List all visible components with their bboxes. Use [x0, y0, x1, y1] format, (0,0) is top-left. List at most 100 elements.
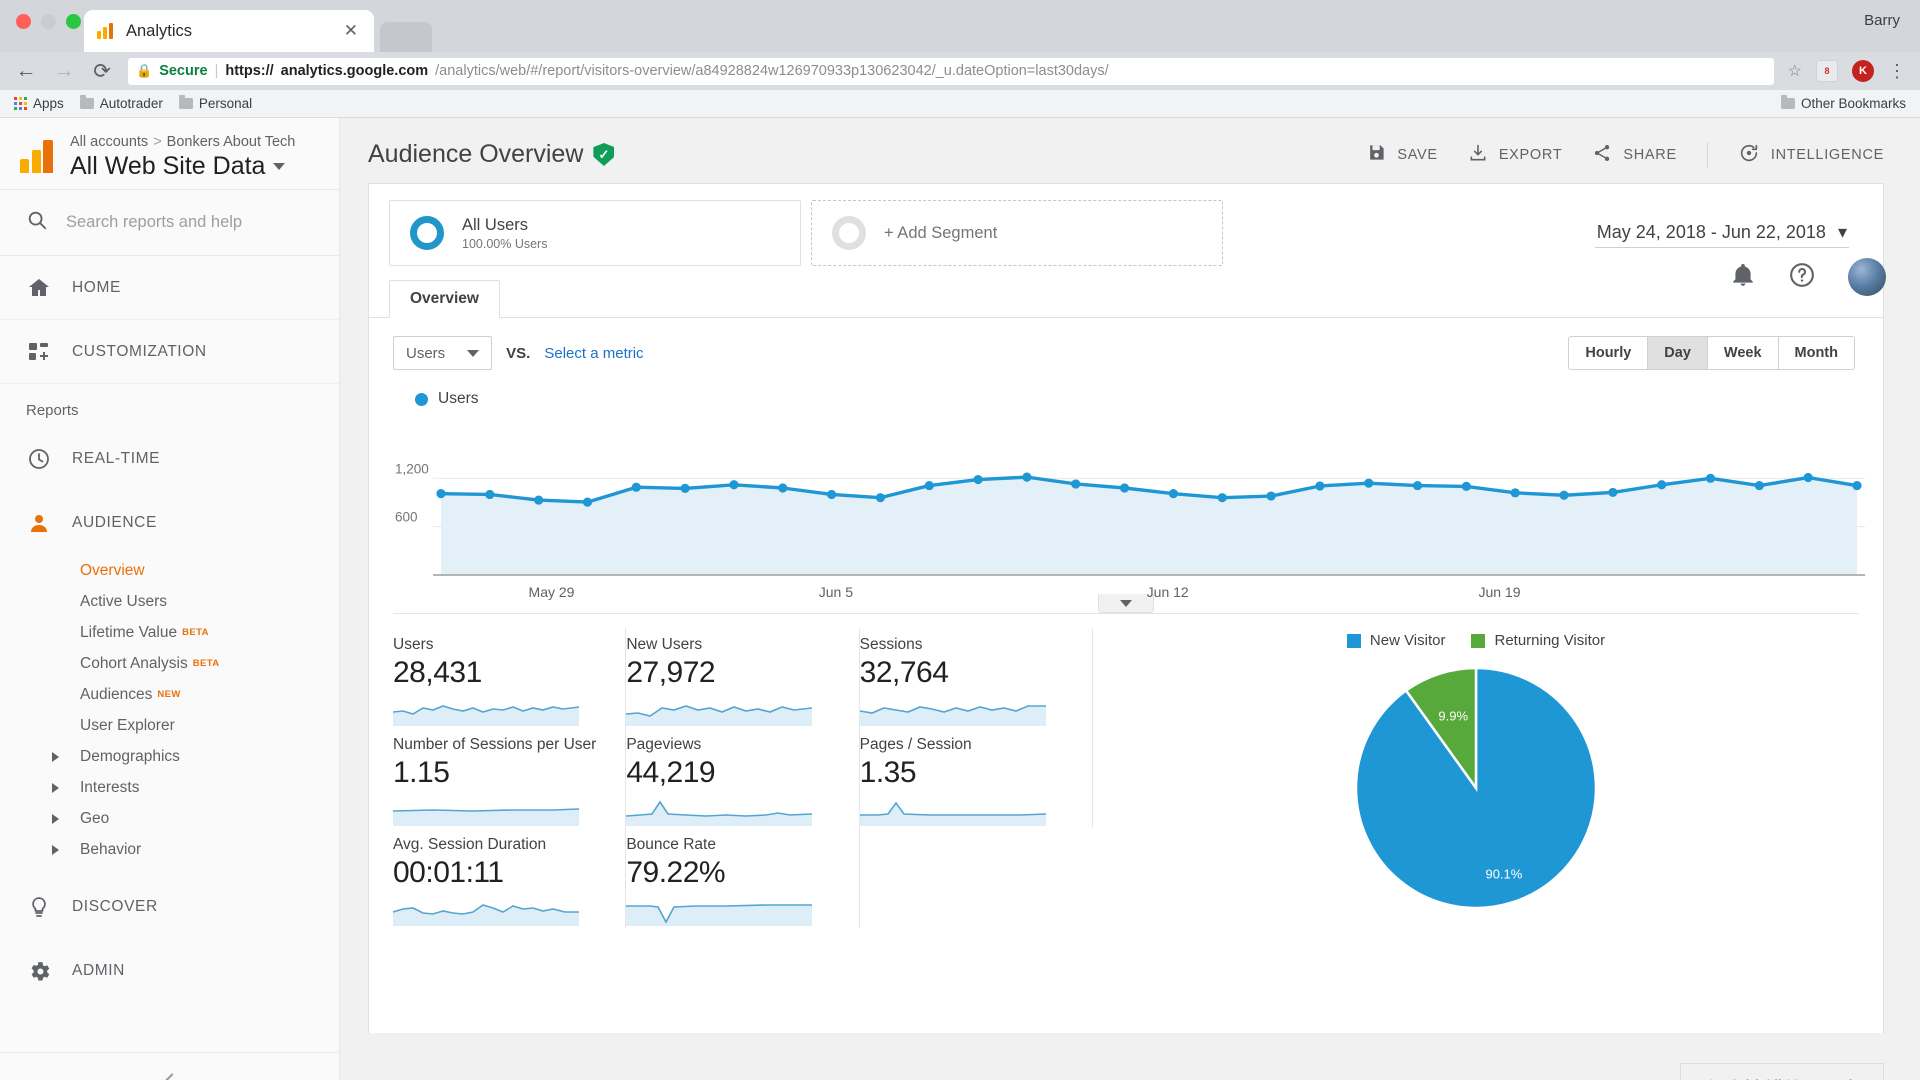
sparkline-icon [392, 904, 579, 926]
reload-button[interactable]: ⟳ [90, 59, 114, 84]
breadcrumb-separator: > [153, 134, 162, 150]
kpi-pages-per-session[interactable]: Pages / Session 1.35 [859, 728, 1093, 828]
chevron-left-icon [164, 1072, 174, 1080]
bookmark-apps[interactable]: Apps [14, 96, 64, 111]
line-chart-plot[interactable]: 600 1,200 [393, 416, 1865, 581]
breadcrumb-all-accounts[interactable]: All accounts [70, 134, 148, 150]
sidebar-item-discover[interactable]: DISCOVER [0, 875, 339, 939]
kpi-bounce-rate[interactable]: Bounce Rate 79.22% [626, 828, 860, 928]
select-metric-link[interactable]: Select a metric [544, 345, 643, 362]
kpi-users[interactable]: Users 28,431 [392, 628, 627, 728]
notifications-icon[interactable] [1730, 262, 1756, 293]
forward-button[interactable]: → [52, 59, 76, 83]
kpi-sessions[interactable]: Sessions 32,764 [859, 628, 1093, 728]
bookmark-autotrader[interactable]: Autotrader [79, 95, 163, 111]
legend-color-swatch [415, 392, 428, 406]
sparkline-icon [626, 904, 813, 926]
sidebar-item-lifetime-value[interactable]: Lifetime Value BETA [0, 617, 339, 648]
add-all-keywords-button[interactable]: ★ Add All Keywords [1680, 1063, 1884, 1080]
minimize-window-button[interactable] [41, 14, 56, 29]
sidebar-item-demographics[interactable]: Demographics [0, 741, 339, 772]
sidebar-item-geo[interactable]: Geo [0, 803, 339, 834]
pie-legend-new-visitor[interactable]: New Visitor [1346, 632, 1446, 649]
sidebar-item-behavior[interactable]: Behavior [0, 834, 339, 865]
kpi-sessions-per-user[interactable]: Number of Sessions per User 1.15 [392, 728, 627, 828]
sidebar-item-overview[interactable]: Overview [0, 555, 339, 586]
kpi-new-users[interactable]: New Users 27,972 [626, 628, 860, 728]
sub-item-label: Overview [80, 561, 145, 579]
sub-item-label: Audiences [80, 685, 153, 703]
chevron-right-icon [52, 751, 59, 762]
add-segment-button[interactable]: + Add Segment [811, 200, 1223, 266]
close-window-button[interactable] [16, 14, 31, 29]
pie-legend-returning-visitor[interactable]: Returning Visitor [1471, 632, 1605, 649]
maximize-window-button[interactable] [66, 14, 81, 29]
lightbulb-icon [26, 894, 52, 920]
avatar[interactable] [1848, 258, 1886, 296]
sidebar-item-cohort-analysis[interactable]: Cohort Analysis BETA [0, 648, 339, 679]
granularity-day[interactable]: Day [1648, 337, 1708, 369]
clock-icon [26, 446, 52, 472]
breadcrumb-account[interactable]: Bonkers About Tech [167, 134, 296, 150]
sparkline-icon [392, 808, 580, 826]
metric-selector-value: Users [406, 344, 446, 362]
sidebar-item-label: ADMIN [72, 962, 125, 979]
beta-badge: BETA [192, 658, 220, 669]
bookmark-personal[interactable]: Personal [178, 95, 252, 111]
pie-legend-label: New Visitor [1369, 632, 1446, 649]
save-button[interactable]: SAVE [1367, 143, 1437, 166]
sub-item-label: Geo [80, 809, 110, 827]
share-button[interactable]: SHARE [1592, 143, 1676, 167]
sidebar-item-label: REAL-TIME [72, 450, 161, 467]
sidebar-item-audience[interactable]: AUDIENCE [0, 491, 339, 555]
help-icon[interactable] [1788, 261, 1816, 294]
address-bar[interactable]: 🔒 Secure | https:// analytics.google.com /… [128, 57, 1774, 85]
property-selector[interactable]: All Web Site Data [70, 152, 295, 181]
sidebar-item-interests[interactable]: Interests [0, 772, 339, 803]
kpi-avg-session-duration[interactable]: Avg. Session Duration 00:01:11 [392, 828, 627, 928]
granularity-month[interactable]: Month [1779, 337, 1854, 369]
back-button[interactable]: ← [14, 59, 38, 83]
folder-icon [178, 95, 193, 109]
tab-overview[interactable]: Overview [389, 280, 500, 318]
segment-all-users[interactable]: All Users 100.00% Users [389, 200, 801, 266]
kpi-pageviews[interactable]: Pageviews 44,219 [626, 728, 860, 828]
tab-close-icon[interactable]: ✕ [340, 21, 362, 41]
search-input[interactable] [66, 213, 317, 232]
sidebar-item-home[interactable]: HOME [0, 256, 339, 320]
export-button[interactable]: EXPORT [1468, 143, 1563, 167]
new-tab-button[interactable] [380, 22, 432, 52]
granularity-hourly[interactable]: Hourly [1569, 337, 1649, 369]
bookmark-label: Apps [33, 96, 64, 111]
gear-icon [26, 958, 52, 984]
apps-grid-icon [14, 97, 27, 110]
date-range-picker[interactable]: May 24, 2018 - Jun 22, 2018 ▾ [1594, 218, 1849, 248]
new-badge: NEW [157, 689, 181, 700]
sidebar-item-active-users[interactable]: Active Users [0, 586, 339, 617]
sidebar-item-admin[interactable]: ADMIN [0, 939, 339, 1003]
chart-controls: Users VS. Select a metric Hourly Day Wee… [369, 318, 1883, 370]
granularity-week[interactable]: Week [1708, 337, 1779, 369]
calendar-extension-icon[interactable]: 8 [1816, 60, 1838, 82]
sidebar-item-realtime[interactable]: REAL-TIME [0, 427, 339, 491]
profile-extension-icon[interactable]: K [1852, 60, 1874, 82]
sidebar-search[interactable] [0, 190, 339, 256]
url-scheme: https:// [225, 63, 274, 79]
intelligence-button[interactable]: INTELLIGENCE [1738, 142, 1884, 168]
other-bookmarks[interactable]: Other Bookmarks [1780, 95, 1906, 111]
browser-menu-icon[interactable]: ⋮ [1888, 62, 1906, 80]
pie-chart-svg[interactable]: 90.1% 9.9% [1353, 665, 1599, 911]
sidebar-item-user-explorer[interactable]: User Explorer [0, 710, 339, 741]
sidebar-item-customization[interactable]: CUSTOMIZATION [0, 320, 339, 384]
sidebar-collapse-button[interactable] [0, 1052, 340, 1080]
browser-tab[interactable]: Analytics ✕ [84, 10, 374, 52]
kpi-value: 32,764 [859, 656, 949, 689]
browser-profile-name: Barry [1864, 12, 1900, 29]
sidebar-item-audiences[interactable]: Audiences NEW [0, 679, 339, 710]
browser-tab-title: Analytics [126, 21, 193, 40]
bookmark-star-icon[interactable]: ☆ [1788, 61, 1802, 81]
sparkline-icon [859, 705, 1046, 726]
metric-selector[interactable]: Users [393, 336, 493, 370]
url-host: analytics.google.com [280, 63, 429, 79]
sparkline-icon [392, 705, 580, 726]
